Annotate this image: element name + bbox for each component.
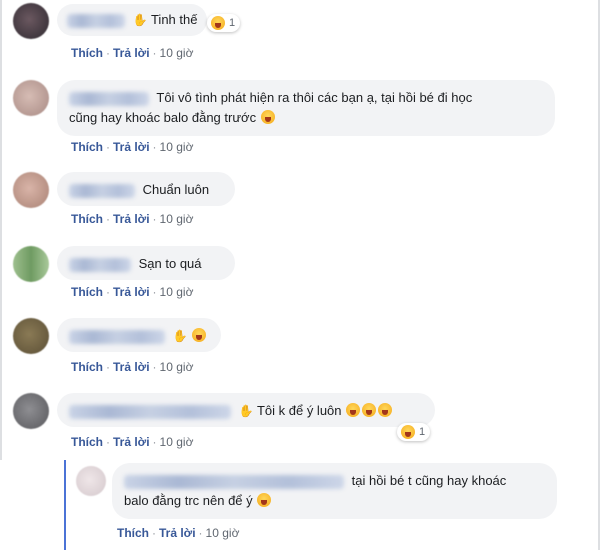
pacman-emoji-icon (192, 328, 207, 342)
timestamp[interactable]: 10 giờ (206, 526, 240, 540)
wave-icon: ✋ (132, 13, 148, 27)
commenter-name[interactable] (69, 404, 231, 419)
avatar[interactable] (13, 393, 49, 429)
reply-link[interactable]: Trả lời (113, 360, 150, 374)
commenter-name[interactable] (69, 91, 149, 106)
comment-bubble: ✋ Tôi k để ý luôn (57, 393, 435, 427)
timestamp[interactable]: 10 giờ (160, 285, 194, 299)
comment-actions: Thích · Trả lời · 10 giờ (71, 140, 194, 154)
like-link[interactable]: Thích (71, 285, 103, 299)
reaction-count: 1 (229, 17, 236, 29)
reply-actions: Thích · Trả lời · 10 giờ (117, 526, 240, 540)
comment-text: Chuẩn luôn (142, 182, 210, 197)
like-link[interactable]: Thích (71, 46, 103, 60)
reaction-count: 1 (419, 426, 426, 438)
reply-link[interactable]: Trả lời (113, 285, 150, 299)
comment-actions: Thích · Trả lời · 10 giờ (71, 435, 194, 449)
like-link[interactable]: Thích (117, 526, 149, 540)
commenter-name[interactable] (69, 329, 165, 344)
reply-link[interactable]: Trả lời (113, 435, 150, 449)
comment-actions: Thích · Trả lời · 10 giờ (71, 46, 194, 60)
reply-text-line1: tại hồi bé t cũng hay khoác (351, 473, 507, 488)
commenter-name[interactable] (69, 257, 131, 272)
avatar[interactable] (13, 318, 49, 354)
commenter-name[interactable] (124, 474, 344, 489)
comment-bubble: Sạn to quá (57, 246, 235, 280)
laugh-emoji-icon (211, 16, 225, 30)
comment-actions: Thích · Trả lời · 10 giờ (71, 212, 194, 226)
avatar[interactable] (13, 80, 49, 116)
comment-text-line1: Tôi vô tình phát hiện ra thôi các bạn ạ,… (156, 90, 473, 105)
comment-text: Sạn to quá (138, 256, 202, 271)
left-border (0, 0, 2, 460)
comment-bubble: Tôi vô tình phát hiện ra thôi các bạn ạ,… (57, 80, 555, 136)
reply-link[interactable]: Trả lời (113, 140, 150, 154)
comment-actions: Thích · Trả lời · 10 giờ (71, 285, 194, 299)
laugh-emoji-icon (260, 110, 275, 124)
like-link[interactable]: Thích (71, 360, 103, 374)
like-link[interactable]: Thích (71, 140, 103, 154)
wave-icon: ✋ (238, 404, 254, 418)
reaction-badge[interactable]: 1 (397, 423, 431, 441)
reaction-badge[interactable]: 1 (207, 14, 241, 32)
like-link[interactable]: Thích (71, 212, 103, 226)
comment-bubble: ✋ Tinh thế (57, 4, 208, 36)
comment-actions: Thích · Trả lời · 10 giờ (71, 360, 194, 374)
comment-bubble: Chuẩn luôn (57, 172, 235, 206)
like-link[interactable]: Thích (71, 435, 103, 449)
commenter-name[interactable] (69, 183, 135, 198)
laugh-emoji-icon (362, 403, 377, 417)
comment-text-line2: cũng hay khoác balo đằng trước (69, 110, 257, 125)
avatar[interactable] (76, 466, 106, 496)
comment-text: Tôi k để ý luôn (256, 403, 342, 418)
reply-thread-line (64, 460, 66, 550)
reply-bubble: tại hồi bé t cũng hay khoác balo đằng tr… (112, 463, 557, 519)
laugh-emoji-icon (257, 493, 272, 507)
timestamp[interactable]: 10 giờ (160, 435, 194, 449)
avatar[interactable] (13, 246, 49, 282)
comment-bubble: ✋ (57, 318, 221, 352)
wave-icon: ✋ (172, 329, 188, 343)
reply-link[interactable]: Trả lời (113, 46, 150, 60)
commenter-name[interactable] (67, 13, 125, 28)
laugh-emoji-icon (378, 403, 393, 417)
avatar[interactable] (13, 3, 49, 39)
reply-text-line2: balo đằng trc nên để ý (124, 493, 253, 508)
laugh-emoji-icon (346, 403, 361, 417)
laugh-emoji-icon (401, 425, 415, 439)
timestamp[interactable]: 10 giờ (160, 140, 194, 154)
reply-link[interactable]: Trả lời (159, 526, 196, 540)
comment-text: Tinh thế (150, 12, 198, 27)
reply-link[interactable]: Trả lời (113, 212, 150, 226)
timestamp[interactable]: 10 giờ (160, 360, 194, 374)
timestamp[interactable]: 10 giờ (160, 46, 194, 60)
avatar[interactable] (13, 172, 49, 208)
timestamp[interactable]: 10 giờ (160, 212, 194, 226)
